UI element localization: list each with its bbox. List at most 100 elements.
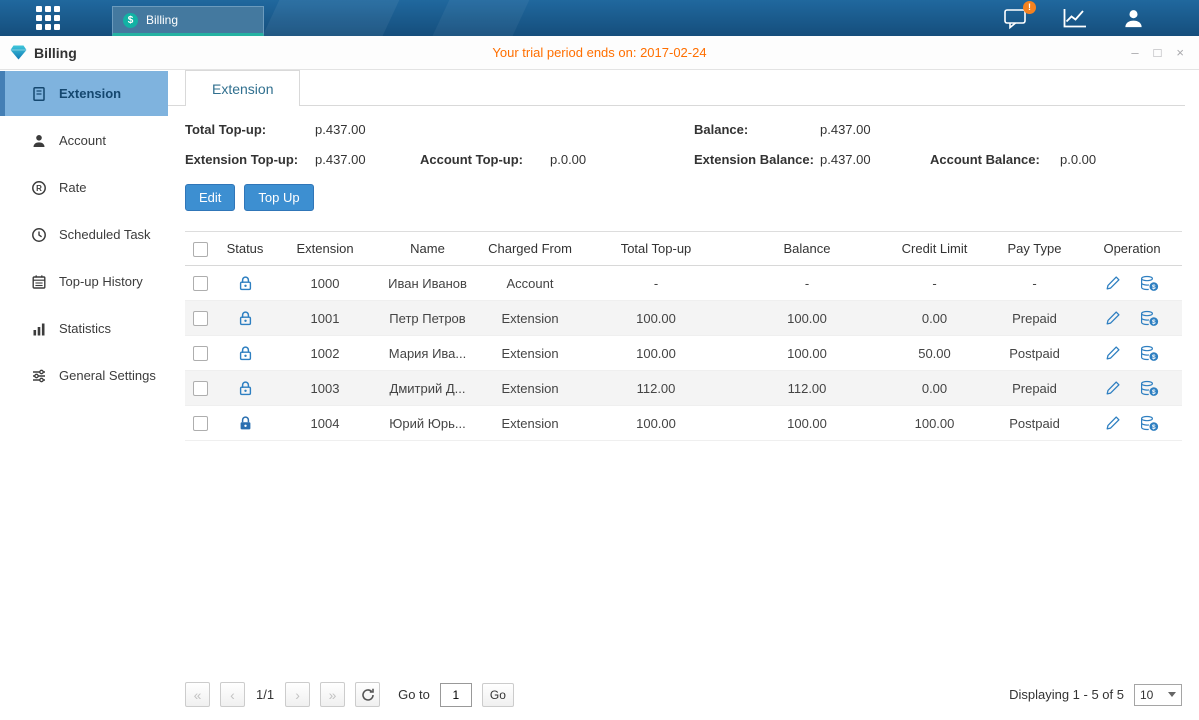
topup-icon[interactable]: $ — [1140, 275, 1159, 292]
last-page-button[interactable]: » — [320, 682, 345, 707]
app-grid-icon[interactable] — [36, 6, 60, 30]
user-icon[interactable] — [1122, 7, 1145, 30]
displaying-text: Displaying 1 - 5 of 5 — [1009, 687, 1124, 702]
select-all-checkbox[interactable] — [193, 242, 208, 257]
go-button[interactable]: Go — [482, 683, 514, 707]
svg-text:$: $ — [1152, 318, 1156, 325]
sidebar-item-label: Account — [59, 133, 106, 148]
chart-icon[interactable] — [1062, 7, 1088, 29]
cell-name: Мария Ива... — [375, 336, 480, 371]
sidebar-item-extension[interactable]: Extension — [0, 71, 168, 116]
window-titlebar: Billing Your trial period ends on: 2017-… — [0, 36, 1199, 70]
sidebar-item-label: Extension — [59, 86, 121, 101]
cell-total-topup: 100.00 — [580, 301, 732, 336]
edit-icon[interactable] — [1105, 415, 1121, 431]
extension-balance-label: Extension Balance: — [694, 152, 820, 167]
account-topup-label: Account Top-up: — [420, 152, 550, 167]
close-button[interactable]: × — [1176, 46, 1184, 59]
unlocked-icon — [238, 275, 253, 292]
sidebar-item-account[interactable]: Account — [0, 118, 168, 163]
page-size-value: 10 — [1140, 688, 1153, 702]
sidebar-item-rate[interactable]: R Rate — [0, 165, 168, 210]
notification-badge: ! — [1023, 1, 1036, 14]
maximize-button[interactable]: □ — [1154, 46, 1162, 59]
sidebar-item-general-settings[interactable]: General Settings — [0, 353, 168, 398]
clock-icon — [31, 227, 47, 243]
edit-icon[interactable] — [1105, 345, 1121, 361]
svg-text:$: $ — [1152, 353, 1156, 360]
row-checkbox[interactable] — [193, 416, 208, 431]
refresh-button[interactable] — [355, 682, 380, 707]
row-checkbox[interactable] — [193, 381, 208, 396]
balance-label: Balance: — [694, 122, 820, 137]
topbar: $ Billing ! — [0, 0, 1199, 36]
main-content: Extension Total Top-up: p.437.00 Balance… — [168, 70, 1199, 720]
cell-charged-from: Extension — [480, 371, 580, 406]
minimize-button[interactable]: – — [1131, 46, 1138, 59]
cell-credit-limit: 50.00 — [882, 336, 987, 371]
action-buttons: Edit Top Up — [168, 167, 1199, 211]
table-row: 1001 Петр Петров Extension 100.00 100.00… — [185, 301, 1182, 336]
row-checkbox[interactable] — [193, 276, 208, 291]
goto-page-input[interactable] — [440, 683, 472, 707]
row-checkbox[interactable] — [193, 311, 208, 326]
cell-charged-from: Account — [480, 266, 580, 301]
cell-pay-type: Postpaid — [987, 336, 1082, 371]
edit-icon[interactable] — [1105, 275, 1121, 291]
topup-icon[interactable]: $ — [1140, 310, 1159, 327]
unlocked-icon — [238, 310, 253, 327]
cell-extension: 1004 — [275, 406, 375, 441]
cell-credit-limit: 0.00 — [882, 371, 987, 406]
next-page-button[interactable]: › — [285, 682, 310, 707]
total-topup-label: Total Top-up: — [185, 122, 315, 137]
cell-total-topup: 112.00 — [580, 371, 732, 406]
edit-icon[interactable] — [1105, 310, 1121, 326]
topup-icon[interactable]: $ — [1140, 345, 1159, 362]
unlocked-icon — [238, 380, 253, 397]
extension-topup-value: p.437.00 — [315, 152, 420, 167]
extension-balance-value: p.437.00 — [820, 152, 930, 167]
cell-balance: 100.00 — [732, 406, 882, 441]
balance-summary: Total Top-up: p.437.00 Balance: p.437.00… — [168, 106, 1199, 167]
sidebar-item-scheduled-task[interactable]: Scheduled Task — [0, 212, 168, 257]
column-charged-from: Charged From — [480, 232, 580, 266]
column-total-topup: Total Top-up — [580, 232, 732, 266]
column-status: Status — [215, 232, 275, 266]
top-up-button[interactable]: Top Up — [244, 184, 313, 211]
edit-button[interactable]: Edit — [185, 184, 235, 211]
first-page-button[interactable]: « — [185, 682, 210, 707]
topbar-tab-billing[interactable]: $ Billing — [112, 6, 264, 36]
table-header-row: Status Extension Name Charged From Total… — [185, 232, 1182, 266]
billing-app-window: $ Billing ! — [0, 0, 1199, 720]
table-row: 1003 Дмитрий Д... Extension 112.00 112.0… — [185, 371, 1182, 406]
tabstrip: Extension — [168, 70, 1185, 106]
window-title-text: Billing — [34, 45, 77, 61]
billing-gem-icon — [10, 45, 27, 60]
topup-icon[interactable]: $ — [1140, 415, 1159, 432]
sidebar: Extension Account R Rate — [0, 70, 168, 720]
column-operation: Operation — [1082, 232, 1182, 266]
topup-icon[interactable]: $ — [1140, 380, 1159, 397]
refresh-icon — [361, 688, 375, 702]
sidebar-item-topup-history[interactable]: Top-up History — [0, 259, 168, 304]
chat-icon[interactable]: ! — [1003, 7, 1028, 30]
prev-page-button[interactable]: ‹ — [220, 682, 245, 707]
rate-icon: R — [31, 180, 47, 196]
calendar-icon — [31, 274, 47, 290]
cell-name: Петр Петров — [375, 301, 480, 336]
column-balance: Balance — [732, 232, 882, 266]
cell-credit-limit: 0.00 — [882, 301, 987, 336]
window-title: Billing — [0, 45, 77, 61]
table-row: 1004 Юрий Юрь... Extension 100.00 100.00… — [185, 406, 1182, 441]
page-size-select[interactable]: 10 — [1134, 684, 1182, 706]
cell-charged-from: Extension — [480, 336, 580, 371]
sidebar-item-statistics[interactable]: Statistics — [0, 306, 168, 351]
tab-extension[interactable]: Extension — [185, 70, 300, 106]
svg-text:$: $ — [1152, 283, 1156, 290]
cell-extension: 1003 — [275, 371, 375, 406]
edit-icon[interactable] — [1105, 380, 1121, 396]
cell-charged-from: Extension — [480, 406, 580, 441]
account-balance-label: Account Balance: — [930, 152, 1060, 167]
cell-extension: 1002 — [275, 336, 375, 371]
row-checkbox[interactable] — [193, 346, 208, 361]
